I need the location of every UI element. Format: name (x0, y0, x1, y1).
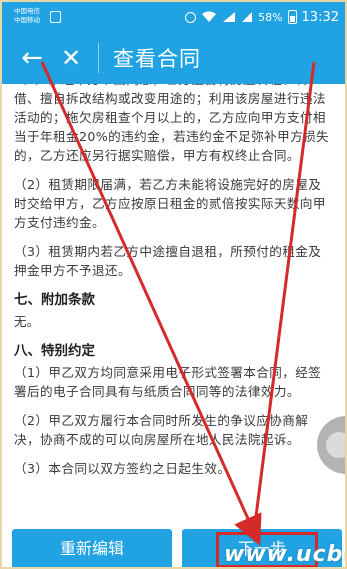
section-7-heading: 七、附加条款 (14, 292, 95, 308)
app-frame: 中国电信 中国移动 58% 13:32 ← ✕ 查看合同 （1）未经甲方书面同意… (0, 0, 347, 569)
signal-icon-2 (241, 11, 253, 23)
alarm-icon (185, 11, 197, 23)
signal-icon (222, 11, 236, 23)
watermark-text: www.ucbug.com (224, 542, 345, 567)
special-term-3: （3）本合同以双方签约之日起生效。 (14, 461, 231, 476)
battery-percent: 58% (258, 10, 283, 24)
clause-2: （2）租赁期限届满，若乙方未能将设施完好的房屋及时交给甲方，乙方应按原日租金的贰… (14, 177, 326, 230)
status-bar: 中国电信 中国移动 58% 13:32 (2, 2, 345, 32)
carrier-1: 中国电信 (14, 7, 40, 15)
wifi-icon (201, 11, 217, 23)
reedit-button[interactable]: 重新编辑 (12, 529, 172, 567)
page-title: 查看合同 (113, 47, 201, 71)
section-8-heading: 八、特别约定 (14, 343, 95, 359)
special-term-1: （1）甲乙双方均同意采用电子形式签署本合同，经签署后的电子合同具有与纸质合同同等… (14, 365, 322, 399)
contract-body[interactable]: （1）未经甲方书面同意，乙方擅自将房屋转租、转借、擅自拆改结构或改变用途的；利用… (2, 84, 345, 529)
carrier-2: 中国移动 (14, 16, 40, 24)
special-term-2: （2）甲乙双方履行本合同时所发生的争议应协商解决，协商不成的可以向房屋所在地人民… (14, 413, 309, 447)
carrier-info: 中国电信 中国移动 (14, 7, 40, 25)
clause-3: （3）租赁期内若乙方中途擅自退租，所预付的租金及押金甲方不予退还。 (14, 244, 322, 278)
sim-card-icon (50, 11, 61, 23)
status-indicators: 58% 13:32 (185, 9, 339, 25)
clock: 13:32 (301, 9, 339, 25)
close-icon[interactable]: ✕ (56, 32, 86, 84)
title-divider (98, 43, 99, 73)
title-bar: ← ✕ 查看合同 (2, 32, 345, 84)
back-arrow-icon[interactable]: ← (14, 32, 50, 84)
clause-1: （1）未经甲方书面同意，乙方擅自将房屋转租、转借、擅自拆改结构或改变用途的；利用… (14, 84, 330, 163)
battery-icon (287, 10, 297, 24)
section-7-body: 无。 (14, 314, 40, 329)
